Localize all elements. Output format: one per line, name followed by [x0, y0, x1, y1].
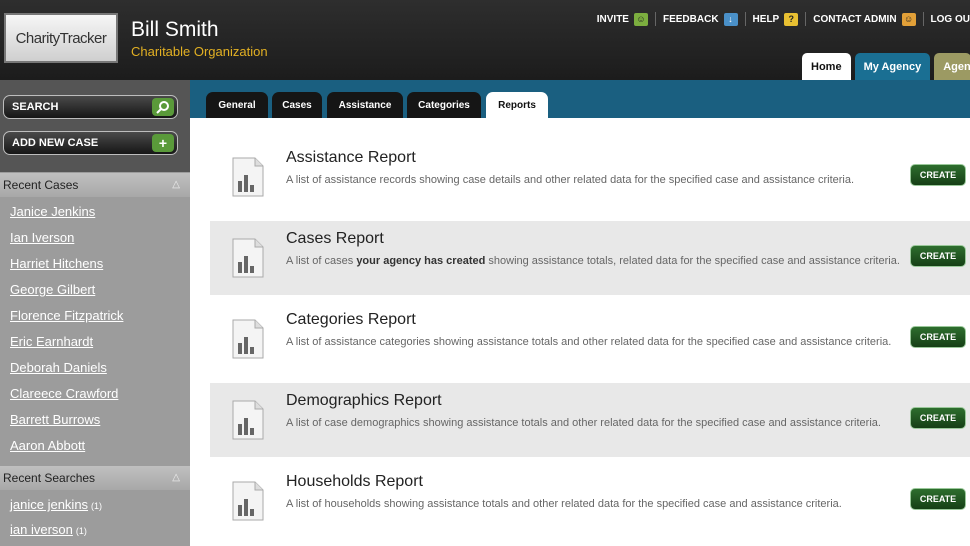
contact-admin-icon: ☺ — [901, 12, 916, 26]
search-icon — [152, 98, 174, 116]
report-document-icon — [232, 319, 264, 359]
agency-subtabs: General Cases Assistance Categories Repo… — [190, 80, 970, 118]
recent-case-link[interactable]: Aaron Abbott — [10, 438, 85, 453]
report-description: A list of assistance records showing cas… — [286, 174, 855, 186]
create-report-button[interactable]: CREATE — [910, 164, 966, 186]
tab-cases[interactable]: Cases — [272, 92, 322, 118]
recent-case-link[interactable]: Harriet Hitchens — [10, 256, 103, 271]
recent-case-link[interactable]: Eric Earnhardt — [10, 334, 93, 349]
recent-search-link[interactable]: ian iverson (1) — [10, 522, 87, 537]
recent-search-link[interactable]: janice jenkins (1) — [10, 497, 102, 512]
tab-home[interactable]: Home — [802, 53, 851, 80]
user-add-icon: ☺ — [633, 12, 648, 26]
report-description: A list of cases your agency has created … — [286, 255, 900, 267]
report-row: Demographics Report A list of case demog… — [210, 383, 970, 457]
tab-general[interactable]: General — [206, 92, 268, 118]
feedback-link[interactable]: FEEDBACK ↓ — [656, 12, 746, 26]
recent-case-link[interactable]: Ian Iverson — [10, 230, 74, 245]
tab-my-agency[interactable]: My Agency — [854, 53, 931, 80]
reports-list: Assistance Report A list of assistance r… — [190, 118, 970, 546]
search-button[interactable]: SEARCH — [3, 95, 178, 119]
recent-searches-header[interactable]: Recent Searches △ — [0, 466, 190, 490]
report-description: A list of case demographics showing assi… — [286, 417, 881, 429]
report-description: A list of households showing assistance … — [286, 498, 842, 510]
report-document-icon — [232, 238, 264, 278]
report-row: Households Report A list of households s… — [210, 464, 970, 538]
top-nav: INVITE ☺ FEEDBACK ↓ HELP? CONTACT ADMIN ☺ L… — [590, 10, 970, 28]
sidebar-actions — [0, 80, 190, 172]
recent-cases-header[interactable]: Recent Cases △ — [0, 173, 190, 197]
report-title[interactable]: Categories Report — [286, 311, 416, 329]
create-report-button[interactable]: CREATE — [910, 326, 966, 348]
report-row: Assistance Report A list of assistance r… — [210, 140, 970, 214]
sidebar: SEARCH ADD NEW CASE + Recent Cases △ Jan… — [0, 80, 190, 546]
report-row: Categories Report A list of assistance c… — [210, 302, 970, 376]
user-name: Bill Smith — [131, 18, 219, 41]
tab-reports[interactable]: Reports — [486, 92, 548, 118]
organization-name: Charitable Organization — [131, 44, 268, 59]
help-icon: ? — [784, 12, 799, 26]
recent-case-link[interactable]: Deborah Daniels — [10, 360, 107, 375]
recent-case-link[interactable]: Clareece Crawford — [10, 386, 118, 401]
tab-agency[interactable]: Agen — [934, 53, 970, 80]
plus-icon: + — [152, 134, 174, 152]
report-title[interactable]: Households Report — [286, 473, 423, 491]
help-link[interactable]: HELP? — [746, 12, 807, 26]
main-tabs: Home My Agency Agen — [802, 53, 970, 80]
report-row: Cases Report A list of cases your agency… — [210, 221, 970, 295]
app-header: CharityTracker Bill Smith Charitable Org… — [0, 0, 970, 80]
feedback-icon: ↓ — [723, 12, 738, 26]
tab-assistance[interactable]: Assistance — [327, 92, 403, 118]
recent-case-link[interactable]: Florence Fitzpatrick — [10, 308, 123, 323]
recent-case-link[interactable]: Barrett Burrows — [10, 412, 100, 427]
search-count: (1) — [75, 526, 87, 536]
create-report-button[interactable]: CREATE — [910, 245, 966, 267]
logout-link[interactable]: LOG OU — [924, 12, 970, 26]
report-document-icon — [232, 481, 264, 521]
collapse-icon: △ — [172, 472, 180, 483]
tab-categories[interactable]: Categories — [407, 92, 481, 118]
charitytracker-logo[interactable]: CharityTracker — [4, 13, 118, 63]
report-title[interactable]: Assistance Report — [286, 149, 416, 167]
recent-case-link[interactable]: Janice Jenkins — [10, 204, 95, 219]
report-document-icon — [232, 157, 264, 197]
collapse-icon: △ — [172, 179, 180, 190]
invite-link[interactable]: INVITE ☺ — [590, 12, 656, 26]
report-description: A list of assistance categories showing … — [286, 336, 892, 348]
add-new-case-button[interactable]: ADD NEW CASE + — [3, 131, 178, 155]
search-count: (1) — [91, 501, 103, 511]
report-document-icon — [232, 400, 264, 440]
create-report-button[interactable]: CREATE — [910, 407, 966, 429]
contact-admin-link[interactable]: CONTACT ADMIN ☺ — [806, 12, 924, 26]
report-title[interactable]: Demographics Report — [286, 392, 442, 410]
recent-case-link[interactable]: George Gilbert — [10, 282, 95, 297]
create-report-button[interactable]: CREATE — [910, 488, 966, 510]
report-title[interactable]: Cases Report — [286, 230, 384, 248]
